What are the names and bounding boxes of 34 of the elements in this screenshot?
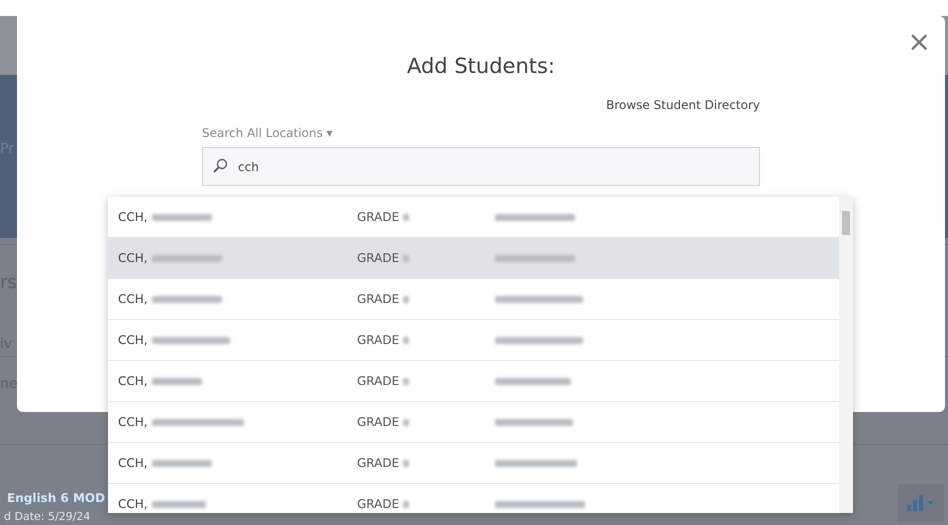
- student-row[interactable]: CCH, GRADE: [108, 484, 839, 513]
- student-grade: GRADE: [357, 415, 400, 429]
- student-grade: GRADE: [357, 251, 400, 265]
- close-button[interactable]: ×: [908, 30, 931, 54]
- student-name: CCH,: [118, 415, 148, 429]
- search-field[interactable]: cch: [202, 147, 760, 186]
- browse-directory-link[interactable]: Browse Student Directory: [606, 98, 760, 112]
- student-row[interactable]: CCH, GRADE: [108, 320, 839, 361]
- student-grade: GRADE: [357, 497, 400, 511]
- student-row[interactable]: CCH, GRADE: [108, 238, 839, 279]
- location-dropdown[interactable]: Search All Locations ▾: [202, 126, 333, 140]
- dialog-title: Add Students:: [406, 54, 555, 80]
- student-grade: GRADE: [357, 210, 400, 224]
- scrollbar[interactable]: [839, 197, 853, 513]
- course-date: d Date: 5/29/24: [4, 510, 90, 523]
- bar-chart-icon: [907, 495, 935, 511]
- student-row[interactable]: CCH, GRADE: [108, 279, 839, 320]
- student-name: CCH,: [118, 456, 148, 470]
- chart-button[interactable]: [898, 484, 944, 522]
- student-row[interactable]: CCH, GRADE: [108, 402, 839, 443]
- student-name: CCH,: [118, 497, 148, 511]
- student-grade: GRADE: [357, 374, 400, 388]
- student-name: CCH,: [118, 210, 148, 224]
- student-name: CCH,: [118, 333, 148, 347]
- student-name: CCH,: [118, 292, 148, 306]
- student-grade: GRADE: [357, 333, 400, 347]
- search-icon: [212, 158, 228, 174]
- student-name: CCH,: [118, 251, 148, 265]
- student-grade: GRADE: [357, 292, 400, 306]
- student-row[interactable]: CCH, GRADE: [108, 443, 839, 484]
- student-grade: GRADE: [357, 456, 400, 470]
- student-name: CCH,: [118, 374, 148, 388]
- student-row[interactable]: CCH, GRADE: [108, 197, 839, 238]
- student-row[interactable]: CCH, GRADE: [108, 361, 839, 402]
